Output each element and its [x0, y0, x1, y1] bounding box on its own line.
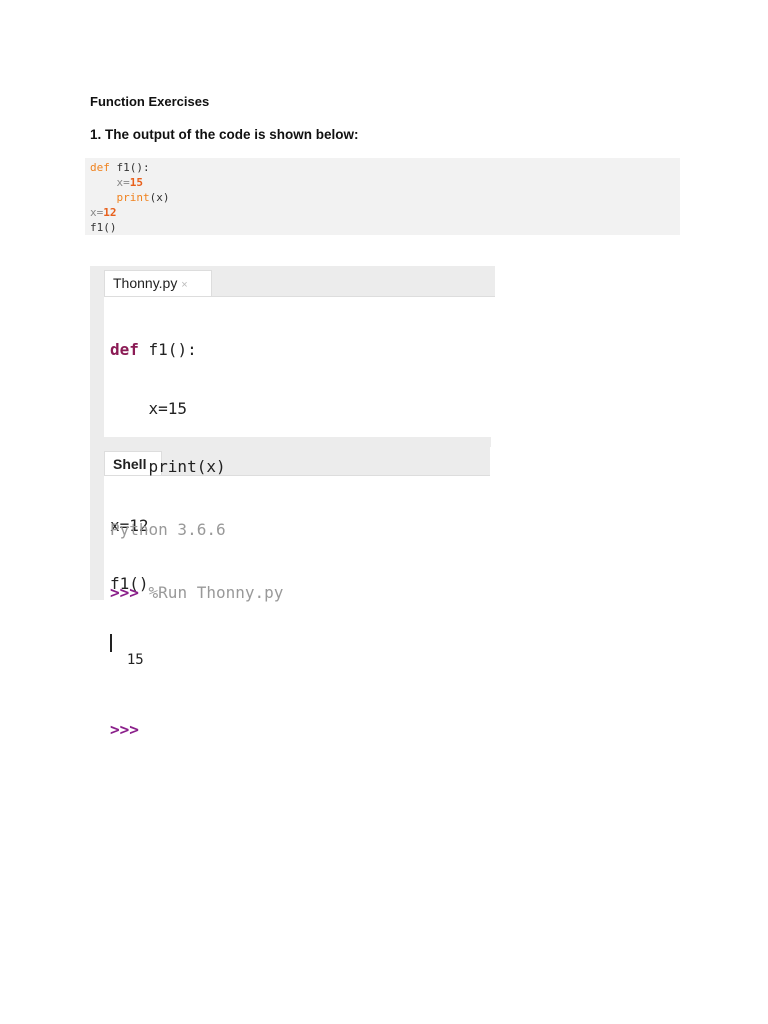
keyword: def [110, 340, 139, 359]
question-text: 1. The output of the code is shown below… [90, 127, 359, 142]
keyword: def [90, 161, 110, 174]
code-line: print(x) [110, 457, 226, 476]
tab-thonny-py[interactable]: Thonny.py × [104, 270, 212, 296]
code-text: f1(): [138, 340, 197, 359]
code-number: 15 [129, 176, 143, 189]
page-heading: Function Exercises [90, 94, 210, 109]
code-snippet: def f1(): x=15 print(x) x=12 f1() [85, 158, 680, 235]
code-op: = [123, 176, 130, 189]
code-line: x=15 [110, 398, 188, 418]
code-number: 12 [103, 206, 117, 219]
editor-tab-bar: Thonny.py × [104, 266, 495, 297]
shell-prompt: >>> [110, 583, 139, 602]
shell-version: Python 3.6.6 [110, 520, 226, 539]
code-text: f1() [90, 221, 117, 234]
left-gutter [90, 266, 104, 600]
code-builtin: print [116, 191, 150, 204]
shell-area[interactable]: Python 3.6.6 >>> %Run Thonny.py 15 >>> [110, 477, 283, 782]
shell-command: %Run Thonny.py [138, 583, 284, 602]
thonny-screenshot: Thonny.py × def f1(): x=15 print(x) x=12… [90, 266, 495, 739]
code-text: (x) [149, 191, 170, 204]
shell-prompt: >>> [110, 720, 139, 739]
document-page: Function Exercises 1. The output of the … [0, 0, 768, 1024]
shell-output: 15 [110, 652, 144, 668]
close-icon[interactable]: × [181, 279, 187, 291]
code-var: x [90, 206, 97, 219]
tab-label: Thonny.py [113, 275, 178, 291]
code-text: f1(): [109, 161, 150, 174]
